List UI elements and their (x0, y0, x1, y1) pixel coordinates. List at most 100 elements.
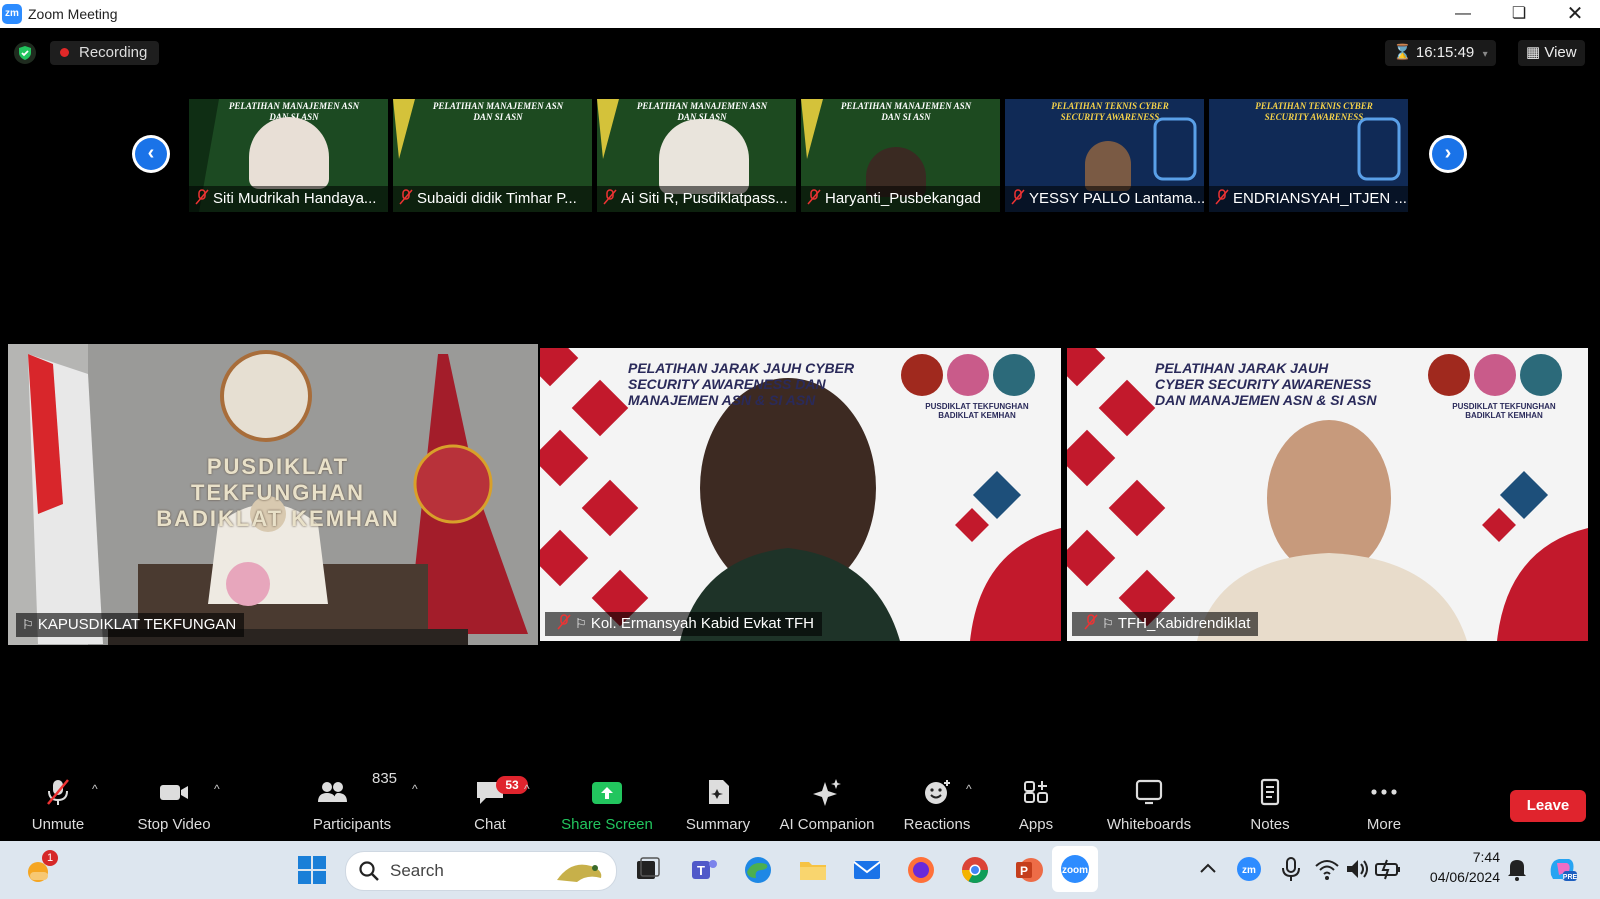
emblem-icon (1474, 354, 1516, 396)
participants-button[interactable]: 835 Participants (302, 770, 402, 841)
summary-document-icon (709, 780, 729, 804)
thumbnail-name-bar: Subaidi didik Timhar P... (393, 186, 592, 212)
chat-button[interactable]: 53 Chat (450, 770, 530, 841)
chevron-down-icon: ▾ (1482, 49, 1488, 60)
recording-label: Recording (79, 44, 148, 61)
restore-button[interactable]: ❏ (1496, 0, 1542, 28)
recording-dot-icon (60, 48, 69, 57)
muted-mic-icon (195, 189, 209, 205)
whiteboards-button[interactable]: Whiteboards (1100, 770, 1198, 841)
edge-icon (745, 857, 771, 883)
muted-mic-icon (603, 189, 617, 205)
more-dots-icon (1371, 789, 1397, 795)
meeting-timer[interactable]: ⌛ 16:15:49 ▾ (1385, 40, 1496, 66)
video-tile[interactable]: PELATIHAN JARAK JAUH CYBER SECURITY AWAR… (540, 348, 1061, 641)
unmute-button[interactable]: Unmute (18, 770, 98, 841)
taskbar-clock[interactable]: 7:44 04/06/2024 (1418, 847, 1500, 887)
video-options-caret[interactable]: ^ (210, 770, 230, 841)
taskbar-search-box[interactable]: Search (345, 851, 617, 891)
stop-video-button[interactable]: Stop Video (128, 770, 220, 841)
participant-thumbnail[interactable]: PELATIHAN MANAJEMEN ASN DAN SI ASN Siti … (189, 99, 388, 212)
previous-page-button[interactable]: ‹ (132, 135, 170, 173)
next-page-button[interactable]: › (1429, 135, 1467, 173)
windows-start-button[interactable] (296, 854, 328, 886)
participant-thumbnail[interactable]: PELATIHAN TEKNIS CYBER SECURITY AWARENES… (1209, 99, 1408, 212)
chrome-app[interactable] (959, 854, 991, 886)
security-shield-icon[interactable] (14, 42, 36, 64)
volume-tray-icon[interactable] (1344, 856, 1370, 882)
mail-app[interactable] (851, 854, 883, 886)
org-name: PUSDIKLAT TEKFUNGHAN BADIKLAT KEMHAN (1452, 402, 1556, 420)
powerpoint-app[interactable]: P (1013, 854, 1045, 886)
close-button[interactable]: ✕ (1552, 0, 1598, 28)
participant-thumbnail[interactable]: PELATIHAN TEKNIS CYBER SECURITY AWARENES… (1005, 99, 1204, 212)
copilot-button[interactable]: PRE (1545, 853, 1578, 885)
apps-icon (1024, 781, 1048, 803)
apps-button[interactable]: Apps (1000, 770, 1072, 841)
firefox-app[interactable] (905, 854, 937, 886)
share-screen-button[interactable]: Share Screen (560, 770, 654, 841)
participant-name: Ai Siti R, Pusdiklatpass... (621, 190, 788, 207)
pin-icon: ⚐ (22, 617, 34, 632)
notifications-button[interactable] (1504, 856, 1530, 882)
participants-options-caret[interactable]: ^ (408, 770, 428, 841)
thumbnail-name-bar: Siti Mudrikah Handaya... (189, 186, 388, 212)
leave-button[interactable]: Leave (1510, 790, 1586, 822)
participant-name: Haryanti_Pusbekangad (825, 190, 981, 207)
folder-icon (800, 862, 826, 880)
participant-thumbnail[interactable]: PELATIHAN MANAJEMEN ASN DAN SI ASN Ai Si… (597, 99, 796, 212)
tile-banner-line-2: CYBER SECURITY AWARENESS (1155, 376, 1372, 392)
audio-options-caret[interactable]: ^ (88, 770, 108, 841)
emblem-icon (901, 354, 943, 396)
svg-text:P: P (1020, 864, 1028, 878)
recording-indicator[interactable]: Recording (50, 41, 160, 65)
chevron-up-icon (1200, 863, 1216, 873)
chat-options-caret[interactable]: ^ (520, 770, 540, 841)
summary-button[interactable]: Summary (678, 770, 758, 841)
clock-time: 7:44 (1472, 849, 1500, 865)
task-view-button[interactable] (632, 854, 664, 886)
more-button[interactable]: More (1344, 770, 1424, 841)
thumbnail-banner: PELATIHAN MANAJEMEN ASN DAN SI ASN (840, 101, 972, 122)
svg-text:zoom: zoom (1062, 865, 1088, 876)
svg-text:PRE: PRE (1563, 874, 1577, 881)
microphone-tray-icon[interactable] (1279, 856, 1303, 882)
minimize-button[interactable]: — (1440, 0, 1486, 28)
sparkle-icon (813, 779, 841, 806)
video-tile-active-speaker[interactable]: PUSDIKLAT TEKFUNGHAN BADIKLAT KEMHAN ⚐ K… (8, 344, 538, 645)
zoom-app-active[interactable]: zoom (1052, 846, 1098, 892)
thumbnail-name-bar: ENDRIANSYAH_ITJEN ... (1209, 186, 1408, 212)
participants-label: Participants (312, 816, 392, 833)
participants-count: 835 (372, 770, 398, 787)
chevron-left-icon: ‹ (135, 138, 167, 170)
ai-companion-button[interactable]: AI Companion (775, 770, 879, 841)
teams-app[interactable]: T (688, 854, 720, 886)
notes-button[interactable]: Notes (1230, 770, 1310, 841)
stop-video-label: Stop Video (137, 816, 211, 833)
search-icon (359, 861, 379, 881)
weather-widget[interactable]: 1 (22, 850, 58, 886)
chat-label: Chat (474, 816, 506, 833)
participant-thumbnail[interactable]: PELATIHAN MANAJEMEN ASN DAN SI ASN Harya… (801, 99, 1000, 212)
show-hidden-icons-button[interactable] (1196, 857, 1220, 881)
reactions-options-caret[interactable]: ^ (962, 770, 982, 841)
participant-name: KAPUSDIKLAT TEKFUNGAN (37, 616, 237, 633)
file-explorer-app[interactable] (797, 854, 829, 886)
zoom-tray-icon[interactable]: zm (1236, 856, 1262, 882)
wall-text-line-1: PUSDIKLAT TEKFUNGHAN (191, 454, 365, 505)
video-tile[interactable]: PELATIHAN JARAK JAUH CYBER SECURITY AWAR… (1067, 348, 1588, 641)
participant-thumbnail[interactable]: PELATIHAN MANAJEMEN ASN DAN SI ASN Subai… (393, 99, 592, 212)
meeting-controls-toolbar: Unmute ^ Stop Video ^ 835 Participants ^… (0, 770, 1600, 841)
edge-browser-app[interactable] (742, 854, 774, 886)
emblem-icon (1520, 354, 1562, 396)
thumbnail-banner: PELATIHAN TEKNIS CYBER SECURITY AWARENES… (1051, 101, 1169, 122)
mail-icon (853, 861, 881, 879)
teams-icon: T (692, 860, 717, 879)
speaker-icon (1347, 860, 1368, 878)
participant-name: Siti Mudrikah Handaya... (213, 190, 377, 207)
battery-tray-icon[interactable] (1374, 856, 1402, 882)
org-logos (897, 354, 1047, 396)
chevron-up-icon: ^ (214, 782, 220, 796)
wifi-tray-icon[interactable] (1314, 856, 1340, 882)
view-button[interactable]: ▦ View (1518, 40, 1585, 66)
